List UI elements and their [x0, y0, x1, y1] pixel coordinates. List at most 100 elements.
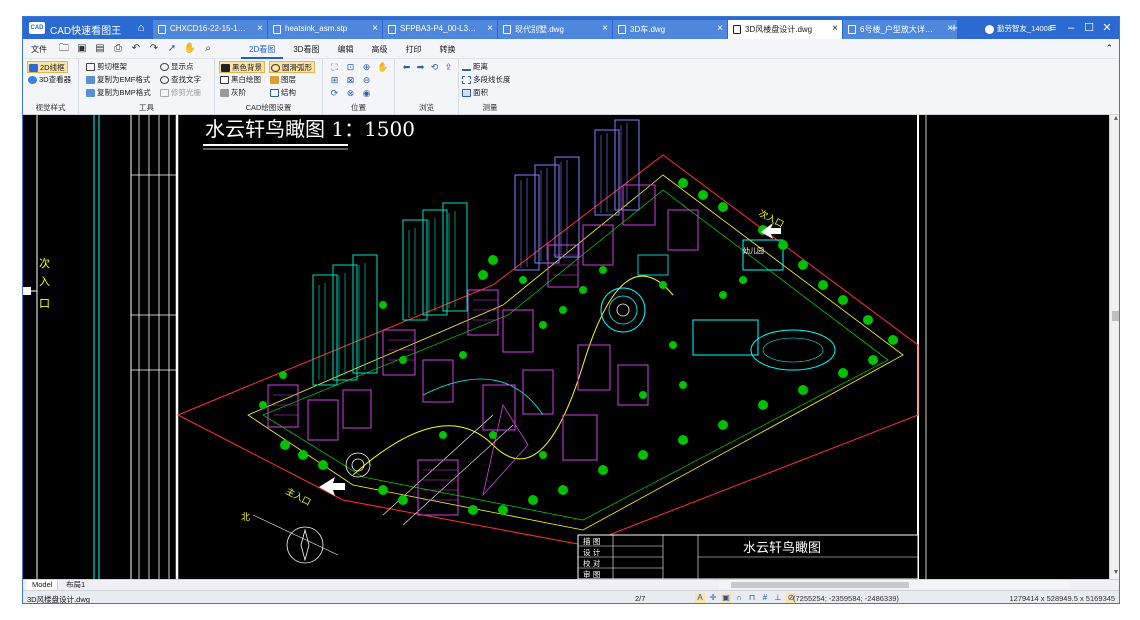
export-icon[interactable]: ⇪ [443, 62, 454, 73]
file-icon [733, 25, 741, 34]
text-toggle-icon[interactable]: A [695, 593, 705, 603]
zoom-out-icon[interactable]: ⊖ [361, 75, 372, 86]
collapse-ribbon-icon[interactable]: ⌃ [1105, 43, 1113, 54]
menu-print[interactable]: 打印 [397, 42, 429, 59]
group-title: 浏览 [419, 103, 434, 112]
ortho-icon[interactable]: ⊓ [747, 593, 757, 603]
grayscale-button[interactable]: 灰阶 [219, 87, 248, 99]
cad-drawing-canvas[interactable]: 次 入 口 水云轩鸟瞰图 1：1500 主入口 次入口 幼儿园 北 描 图 设 … [23, 115, 1109, 579]
zoom-in-icon[interactable]: ⊕ [361, 62, 372, 73]
smooth-arc-button[interactable]: 圆滑弧形 [269, 61, 315, 73]
redo-icon[interactable]: ↷ [147, 42, 161, 56]
document-tab-active[interactable]: 3D风楼盘设计.dwg × [728, 20, 842, 39]
home-icon[interactable]: ⌂ [131, 20, 151, 37]
new-tab-button[interactable]: + [945, 20, 963, 37]
layers-button[interactable]: 图层 [269, 74, 298, 86]
tab-model[interactable]: Model [27, 580, 59, 590]
zoom-fit-icon[interactable]: ⊠ [345, 75, 356, 86]
menu-convert[interactable]: 转换 [431, 42, 463, 59]
close-tab-icon[interactable]: × [372, 23, 378, 34]
select-cursor-icon[interactable]: ➚ [165, 42, 179, 56]
close-tab-icon[interactable]: × [257, 23, 263, 34]
menu-icon[interactable]: ≡ [1045, 20, 1061, 36]
scrollbar-thumb[interactable] [1112, 311, 1119, 321]
menu-edit[interactable]: 编辑 [329, 42, 361, 59]
next-arrow-icon[interactable]: ➡ [415, 62, 426, 73]
view-icon[interactable]: ◉ [361, 88, 372, 99]
document-tab[interactable]: 现代别墅.dwg × [498, 20, 612, 39]
scrollbar-thumb[interactable] [731, 582, 909, 588]
scroll-up-icon[interactable]: ▲ [1110, 115, 1119, 125]
drawing-title: 水云轩鸟瞰图 1：1500 [205, 117, 415, 141]
file-menu[interactable]: 文件 [31, 44, 47, 55]
minimize-button[interactable]: – [1063, 20, 1079, 36]
title-block-row: 设 计 [583, 547, 601, 557]
save-icon[interactable]: ▣ [75, 42, 89, 56]
grid-icon[interactable]: # [760, 593, 770, 603]
maximize-button[interactable]: ☐ [1081, 20, 1097, 36]
open-folder-icon[interactable]: 🗀 [57, 42, 71, 56]
group-title: 测量 [482, 103, 498, 112]
area-button[interactable]: 面积 [461, 87, 490, 99]
status-page-number: 2/7 [635, 594, 646, 603]
document-tab[interactable]: 3D车.dwg × [613, 20, 727, 39]
copy-bmp-button[interactable]: 复制为BMP格式 [85, 87, 153, 99]
close-tab-icon[interactable]: × [832, 23, 838, 34]
find-icon [160, 76, 169, 84]
pan-hand-icon[interactable]: ✋ [183, 42, 197, 56]
black-white-button[interactable]: 黑白绘图 [219, 74, 263, 86]
find-text-button[interactable]: 查找文字 [159, 74, 203, 86]
area-icon [462, 89, 471, 97]
ribbon-group-tools: 剪切框架 复制为EMF格式 复制为BMP格式 显示点 查找文字 修剪光栅 工具 [79, 59, 215, 115]
save-as-icon[interactable]: ▤ [93, 42, 107, 56]
document-tab[interactable]: 6号楼_户型放大详图_t8...× [843, 20, 957, 39]
pan-icon[interactable]: ✋ [377, 62, 388, 73]
previous-arrow-icon[interactable]: ⬅ [401, 62, 412, 73]
rotate-icon[interactable]: ⟳ [329, 88, 340, 99]
wireframe-2d-button[interactable]: 2D线框 [27, 61, 68, 73]
zoom-window-icon[interactable]: ⊡ [345, 62, 356, 73]
menu-2d-view[interactable]: 2D看图 [241, 42, 284, 59]
vertical-scrollbar[interactable]: ▲ ▼ [1109, 115, 1119, 579]
entrance-arrows [319, 223, 781, 496]
ribbon-group-position: ⛶ ⊡ ⊕ ✋ ⊞ ⊠ ⊖ ⟳ ⊗ ◉ 位置 [323, 59, 395, 115]
close-button[interactable]: ✕ [1099, 20, 1115, 36]
kindergarten [637, 239, 836, 371]
document-tab[interactable]: heatsink_asm.stp × [268, 20, 382, 39]
zoom-all-icon[interactable]: ⊞ [329, 75, 340, 86]
north-label: 北 [241, 512, 250, 523]
undo-icon[interactable]: ↶ [129, 42, 143, 56]
document-tab[interactable]: SFPBA3-P4_00-L3-B3J...× [383, 20, 497, 39]
title-block-row: 审 图 [583, 569, 600, 579]
perpendicular-icon[interactable]: ⊥ [773, 593, 783, 603]
horizontal-scrollbar[interactable] [719, 581, 1069, 589]
trim-raster-button[interactable]: 修剪光栅 [159, 87, 203, 99]
orbit-icon[interactable]: ⊗ [345, 88, 356, 99]
viewer-3d-button[interactable]: 3D查看器 [27, 74, 73, 86]
close-tab-icon[interactable]: × [602, 23, 608, 34]
black-background-button[interactable]: 黑色背景 [219, 61, 265, 73]
copy-emf-button[interactable]: 复制为EMF格式 [85, 74, 152, 86]
crosshair-icon[interactable]: ✛ [708, 593, 718, 603]
search-icon[interactable]: ⌕ [201, 42, 215, 56]
close-tab-icon[interactable]: × [717, 23, 723, 34]
scroll-down-icon[interactable]: ▼ [1110, 569, 1119, 579]
tab-layout1[interactable]: 布局1 [61, 580, 90, 590]
status-bar: 3D风楼盘设计.dwg 2/7 A ✛ ▣ ∩ ⊓ # ⊥ ⊘ (7255254… [23, 590, 1119, 603]
print-icon[interactable]: ⎙ [111, 42, 125, 56]
user-account[interactable]: 勤劳智友_14008 [985, 23, 1052, 34]
copy-icon [86, 76, 95, 84]
structure-button[interactable]: 结构 [269, 87, 298, 99]
document-tab[interactable]: CHXCD16-22-15-10-1... × [153, 20, 267, 39]
snap-icon[interactable]: ▣ [721, 593, 731, 603]
menu-advanced[interactable]: 高级 [363, 42, 395, 59]
menu-3d-view[interactable]: 3D看图 [285, 42, 327, 59]
close-tab-icon[interactable]: × [487, 23, 493, 34]
clip-frame-button[interactable]: 剪切框架 [85, 61, 129, 73]
magnet-icon[interactable]: ∩ [734, 593, 744, 603]
distance-button[interactable]: 距离 [461, 61, 490, 73]
polyline-length-button[interactable]: 多段线长度 [461, 74, 513, 86]
show-points-button[interactable]: 显示点 [159, 61, 196, 73]
refresh-icon[interactable]: ⟲ [429, 62, 440, 73]
zoom-extents-icon[interactable]: ⛶ [329, 62, 340, 73]
